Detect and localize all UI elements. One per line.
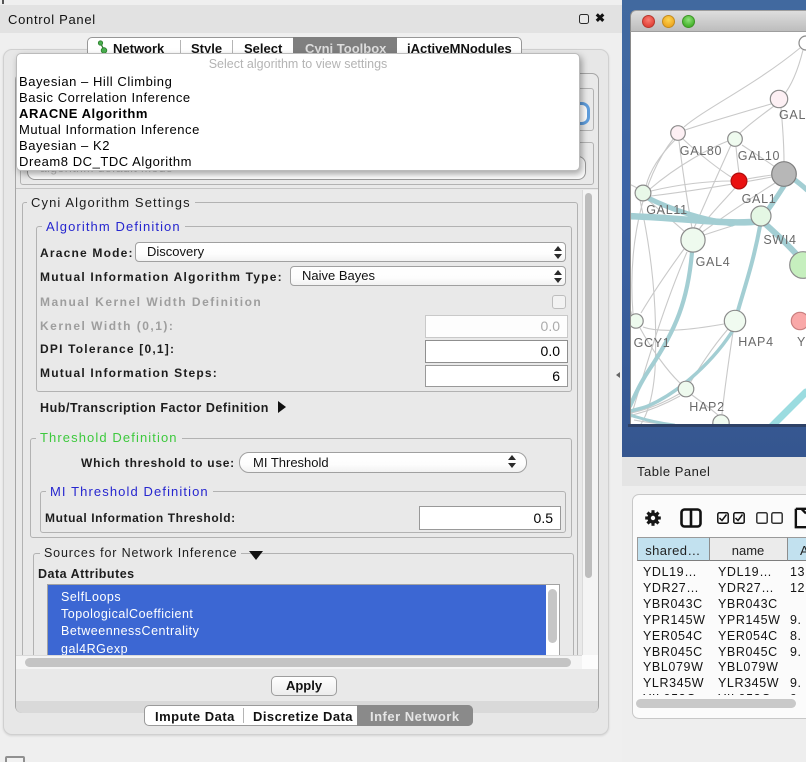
svg-text:GCY1: GCY1 <box>634 336 671 350</box>
svg-text:HAP4: HAP4 <box>738 335 773 349</box>
svg-text:HAP2: HAP2 <box>689 400 724 414</box>
svg-text:SWI4: SWI4 <box>763 233 796 247</box>
svg-text:GAL2: GAL2 <box>779 108 806 122</box>
svg-text:YM: YM <box>797 335 806 349</box>
svg-text:GAL80: GAL80 <box>680 144 722 158</box>
svg-text:GAL10: GAL10 <box>738 149 780 163</box>
svg-text:GAL4: GAL4 <box>696 255 731 269</box>
svg-text:GAL11: GAL11 <box>646 203 688 217</box>
svg-text:GAL1: GAL1 <box>742 192 777 206</box>
